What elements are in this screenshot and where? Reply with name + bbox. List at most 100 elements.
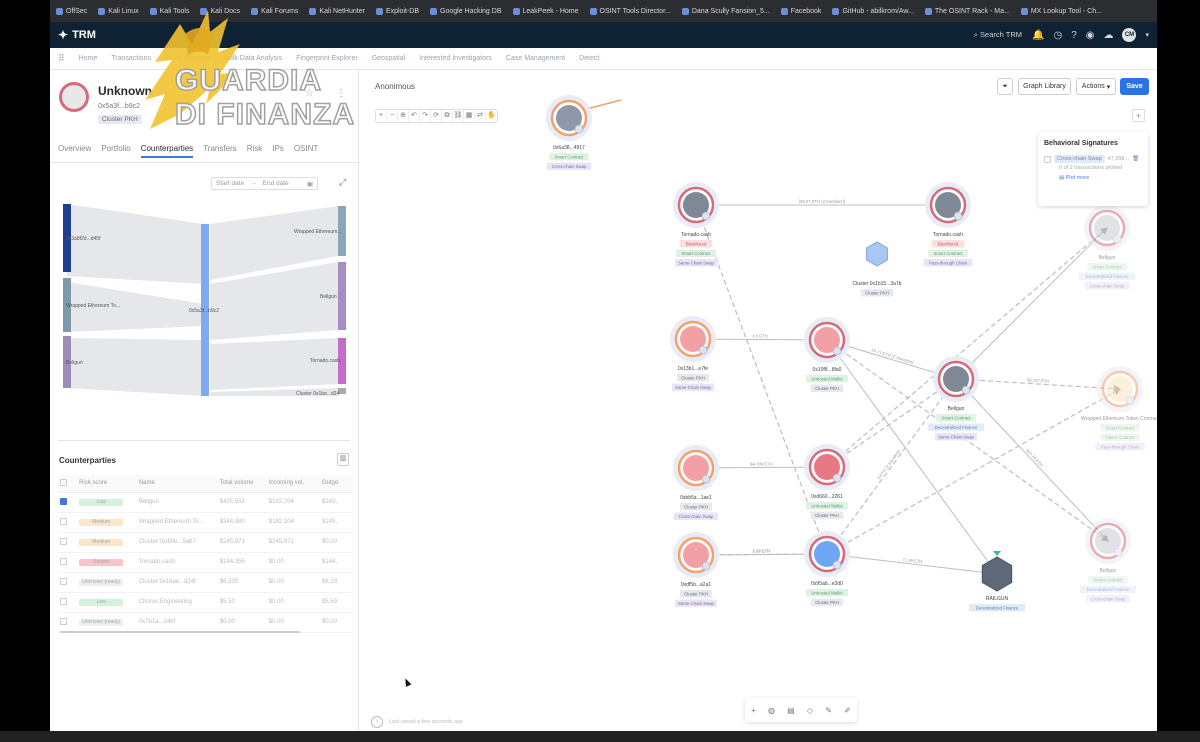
- graph-node[interactable]: Tornado.cash Blacklisted Smart Contract Pas…: [923, 182, 973, 267]
- cell-name[interactable]: Cluster 0x1bae...d24f: [136, 572, 218, 593]
- timer-icon[interactable]: ◷: [1053, 30, 1062, 41]
- help-icon[interactable]: ?: [1071, 30, 1077, 41]
- nav-bulk-data[interactable]: Bulk Data Analysis: [224, 55, 282, 62]
- date-range-picker[interactable]: Start date → End date ▣: [211, 177, 318, 190]
- column-header[interactable]: Risk score: [77, 475, 137, 493]
- row-checkbox[interactable]: [60, 497, 67, 505]
- graph-node[interactable]: 0x10f8...8fa0 Unhosted Wallet Cluster PKH: [804, 317, 850, 392]
- cell-name[interactable]: Wrapped Ethereum To...: [136, 512, 218, 533]
- tab-osint[interactable]: OSINT: [294, 144, 318, 158]
- bookmark-item[interactable]: Kali Docs: [200, 7, 240, 15]
- nav-home[interactable]: Home: [79, 55, 98, 62]
- bookmark-item[interactable]: Kali Linux: [98, 7, 139, 15]
- cell-name[interactable]: 0x7b1a...24bf: [136, 612, 218, 633]
- table-row[interactable]: Unknown (ready) Cluster 0x1bae...d24f $6,3…: [58, 572, 352, 593]
- nav-block-explorer[interactable]: Block Explorer: [165, 55, 210, 62]
- entity-address[interactable]: 0x5a3f...b9c2: [98, 103, 140, 110]
- graph-node[interactable]: 0xd660...2261 Unhosted Wallet Cluster PKH: [804, 444, 850, 519]
- trm-logo[interactable]: ✦ TRM: [58, 28, 96, 42]
- bookmark-item[interactable]: Kali NetHunter: [309, 7, 365, 15]
- graph-node[interactable]: Cluster 0x1b15...3a7b Cluster PKH: [853, 241, 902, 297]
- column-header[interactable]: Incoming vol.: [266, 475, 321, 493]
- chevron-down-icon[interactable]: ▾: [1145, 31, 1149, 39]
- graph-node[interactable]: Bellgun Smart Contract Decentralized Finan…: [927, 356, 985, 441]
- graph-node[interactable]: Tornado.cash Blacklisted Smart Contract Sam…: [673, 182, 719, 267]
- cell-name[interactable]: Chorus Engineering: [136, 592, 218, 613]
- bookmark-item[interactable]: Google Hacking DB: [430, 7, 502, 15]
- graph-canvas[interactable]: Anonimous ⏷ Graph Library Actions ▾ Save…: [359, 70, 1157, 731]
- bookmark-item[interactable]: Dana Scully Fansion_5...: [681, 7, 770, 15]
- row-checkbox[interactable]: [60, 577, 67, 585]
- graph-node[interactable]: 0x13b1...e7fe Cluster PKH Same-Chain Swap: [670, 316, 716, 391]
- nav-case-management[interactable]: Case Management: [506, 55, 565, 62]
- tab-transfers[interactable]: Transfers: [203, 144, 237, 158]
- bookmark-item[interactable]: Kali Forums: [251, 7, 298, 15]
- trash-icon[interactable]: 🗑: [1132, 156, 1139, 162]
- select-all-checkbox[interactable]: [60, 478, 67, 486]
- column-header[interactable]: Total volume: [217, 475, 267, 493]
- row-checkbox[interactable]: [60, 517, 67, 525]
- row-checkbox[interactable]: [60, 597, 67, 605]
- bookmark-item[interactable]: MX Lookup Tool - Ch...: [1020, 7, 1102, 15]
- table-row[interactable]: Severe Tornado.cash $144,356 $0.00 $144,: [58, 552, 352, 573]
- cell-name[interactable]: Cluster 0xd9fe...5ab7: [136, 532, 218, 553]
- graph-node[interactable]: 0xbb5a...1ae1 Cluster PKH Cross-chain Swap: [673, 445, 719, 520]
- bookmark-item[interactable]: GitHub - abilkrom/Aw...: [832, 7, 914, 15]
- note-icon[interactable]: ✐: [844, 706, 851, 715]
- edge-line[interactable]: [826, 388, 1122, 555]
- diamond-icon[interactable]: ◇: [807, 706, 813, 715]
- nav-investigators[interactable]: Interested Investigators: [419, 55, 492, 62]
- graph-node[interactable]: Wrapped Ethereum Token Contract Smart Con…: [1081, 366, 1157, 451]
- bookmark-item[interactable]: Facebook: [780, 7, 821, 15]
- edge-line[interactable]: [955, 227, 1108, 380]
- row-checkbox[interactable]: [60, 557, 67, 565]
- column-header[interactable]: [58, 475, 78, 493]
- graph-node[interactable]: 0x95ab...e3d0 Unhosted Wallet Cluster PKH: [804, 531, 850, 606]
- start-date[interactable]: Start date: [216, 180, 244, 187]
- row-checkbox[interactable]: [60, 617, 67, 625]
- notifications-icon[interactable]: 🔔: [1032, 30, 1044, 41]
- apps-grid-icon[interactable]: ⠿: [58, 53, 65, 64]
- pen-icon[interactable]: ✎: [825, 706, 832, 715]
- sankey-node[interactable]: [338, 262, 346, 330]
- tab-risk[interactable]: Risk: [247, 144, 263, 158]
- table-row[interactable]: Unknown (ready) 0x7b1a...24bf $0.00 $0.00 $0…: [58, 612, 352, 633]
- info-icon[interactable]: i: [371, 716, 383, 728]
- nav-fingerprint[interactable]: Fingerprint Explorer: [296, 55, 357, 62]
- columns-icon[interactable]: ▥: [337, 453, 349, 466]
- tab-ips[interactable]: IPs: [272, 144, 284, 158]
- cell-name[interactable]: Tornado.cash: [136, 552, 218, 573]
- expand-icon[interactable]: ⤢: [339, 177, 346, 188]
- add-node-icon[interactable]: +: [751, 706, 756, 715]
- row-checkbox[interactable]: [60, 537, 67, 545]
- signature-checkbox[interactable]: [1044, 155, 1051, 163]
- tab-counterparties[interactable]: Counterparties: [140, 144, 194, 158]
- nav-detect[interactable]: Detect: [579, 55, 599, 62]
- column-header[interactable]: Outgo: [320, 475, 352, 493]
- edge-line[interactable]: [955, 378, 1109, 542]
- bookmark-item[interactable]: Kali Tools: [149, 7, 189, 15]
- end-date[interactable]: End date: [263, 180, 289, 187]
- table-row[interactable]: Medium Cluster 0xd9fe...5ab7 $245,971 $245,…: [58, 532, 352, 553]
- cloud-icon[interactable]: ☁: [1103, 30, 1113, 41]
- calendar-icon[interactable]: ▣: [307, 180, 313, 188]
- bookmark-item[interactable]: LeakPeek - Home: [512, 7, 579, 15]
- graph-node[interactable]: 0xdf5b...a2a1 Cluster PKH Same-Chain Swap: [673, 532, 719, 607]
- cell-name[interactable]: Bellgun: [136, 492, 218, 513]
- graph-node[interactable]: Bellgun Smart Contract Decentralized Finan…: [1079, 518, 1137, 603]
- column-header[interactable]: Name: [136, 475, 218, 493]
- search-field[interactable]: ⌕ Search TRM: [974, 30, 1022, 40]
- bookmark-item[interactable]: The OSINT Rack - Ma...: [924, 7, 1010, 15]
- graph-node[interactable]: RAILGUN Decentralized Finance: [968, 551, 1026, 612]
- edge-line[interactable]: [826, 378, 957, 468]
- lightbulb-icon[interactable]: ◉: [1086, 30, 1095, 41]
- bookmark-item[interactable]: Exploit-DB: [375, 7, 419, 15]
- globe-icon[interactable]: ◍: [768, 706, 775, 715]
- nav-geospatial[interactable]: Geospatial: [372, 55, 405, 62]
- nav-transactions[interactable]: Transactions: [111, 55, 151, 62]
- table-row[interactable]: Medium Wrapped Ethereum To... $344,980 $182…: [58, 512, 352, 533]
- bookmark-item[interactable]: OffSec: [56, 7, 87, 15]
- tab-portfolio[interactable]: Portfolio: [101, 144, 130, 158]
- table-row[interactable]: Low Chorus Engineering $5.50 $0.00 $5.50: [58, 592, 352, 613]
- clipboard-icon[interactable]: ▤: [787, 706, 795, 715]
